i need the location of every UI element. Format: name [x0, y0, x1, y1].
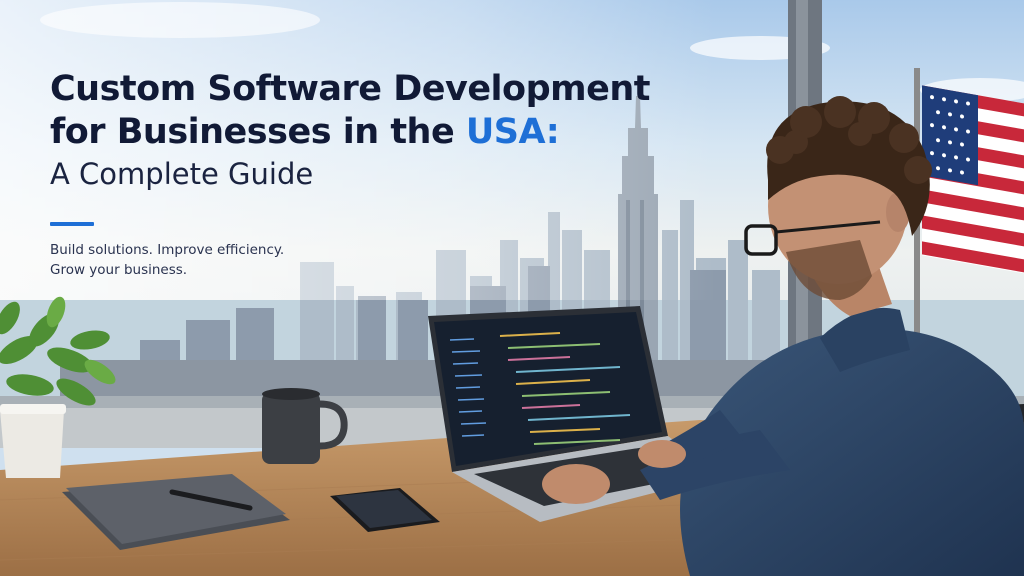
tagline: Build solutions. Improve efficiency. Gro…	[50, 240, 370, 280]
headline-line-2: for Businesses in the USA:	[50, 111, 670, 154]
headline-subtitle: A Complete Guide	[50, 157, 314, 191]
headline-line-2-prefix: for Businesses in the	[50, 112, 466, 152]
tagline-line-1: Build solutions. Improve efficiency.	[50, 242, 285, 258]
headline-line-1: Custom Software Development	[50, 69, 651, 109]
headline-accent-usa: USA:	[465, 112, 560, 152]
tagline-line-2: Grow your business.	[50, 262, 188, 278]
accent-divider	[50, 222, 94, 226]
headline-block: Custom Software Development for Business…	[50, 68, 670, 194]
